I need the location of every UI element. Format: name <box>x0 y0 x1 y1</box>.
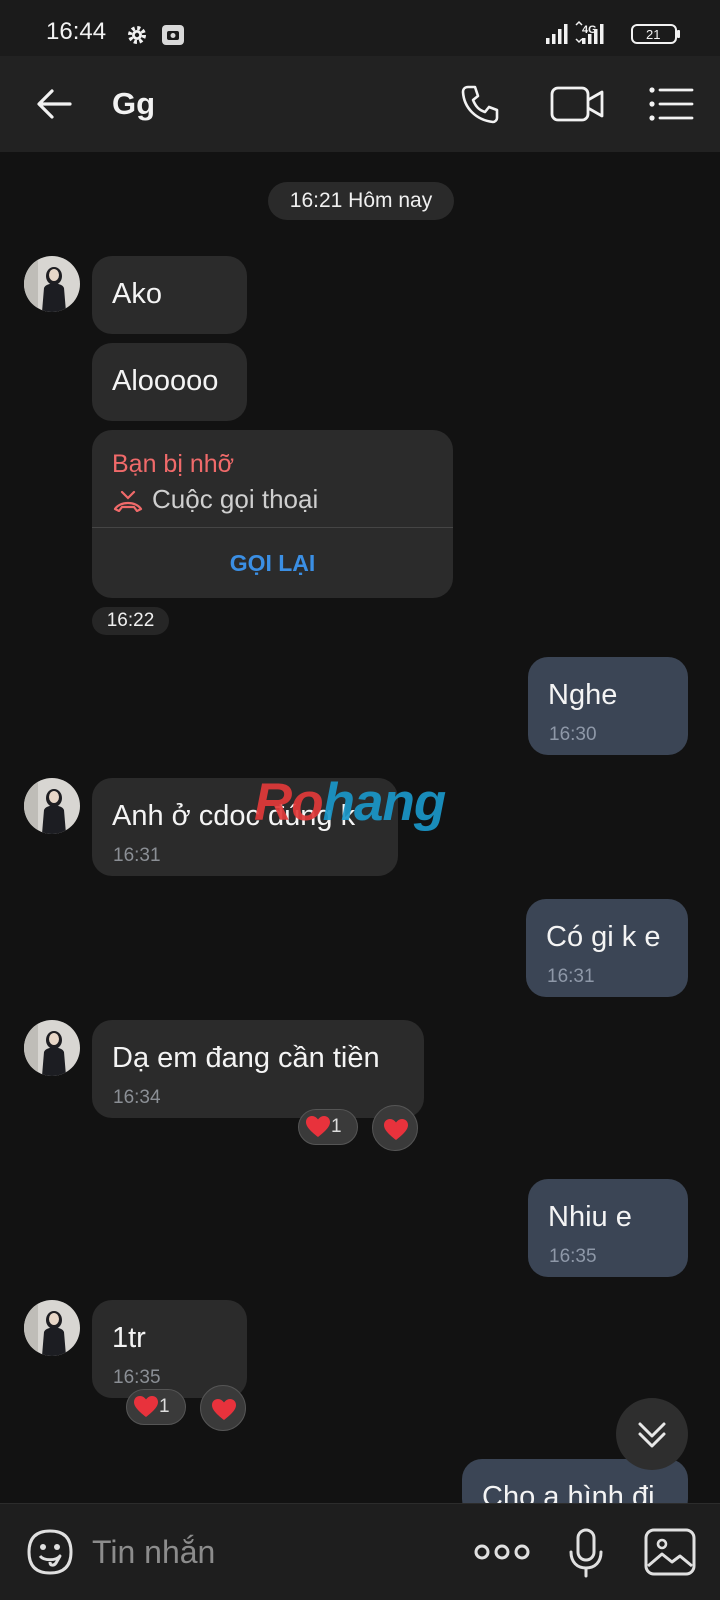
message-bubble-incoming[interactable]: Alooooo <box>92 343 247 421</box>
signal-battery-group: 4G 21 <box>546 20 680 44</box>
message-text: Dạ em đang cần tiền <box>112 1042 380 1074</box>
avatar[interactable] <box>24 1300 80 1356</box>
avatar[interactable] <box>24 778 80 834</box>
message-text: Ako <box>112 278 162 310</box>
back-arrow-icon[interactable] <box>32 82 76 126</box>
missed-call-icon <box>113 490 143 512</box>
message-input[interactable] <box>92 1528 422 1576</box>
heart-icon <box>212 1399 236 1420</box>
message-bubble-outgoing[interactable]: Có gi k e 16:31 <box>526 899 688 997</box>
more-dots-icon[interactable] <box>474 1536 530 1568</box>
message-text: Alooooo <box>112 365 219 397</box>
reaction-count-pill[interactable]: 1 <box>126 1389 186 1425</box>
date-separator: 16:21 Hôm nay <box>268 182 454 220</box>
double-chevron-down-icon <box>638 1422 666 1448</box>
message-bubble-incoming[interactable]: 1tr 16:35 <box>92 1300 247 1398</box>
missed-call-card: Bạn bị nhỡ Cuộc gọi thoại GỌI LẠI <box>92 430 453 598</box>
microphone-icon[interactable] <box>566 1528 606 1578</box>
message-time: 16:34 <box>113 1087 161 1108</box>
video-camera-icon[interactable] <box>550 84 606 124</box>
message-text: Có gi k e <box>546 921 661 953</box>
reaction-count: 1 <box>159 1396 170 1417</box>
heart-icon <box>134 1395 158 1417</box>
missed-call-type: Cuộc gọi thoại <box>152 484 319 514</box>
missed-call-title: Bạn bị nhỡ <box>112 450 235 478</box>
list-menu-icon[interactable] <box>648 84 694 124</box>
message-timestamp: 16:22 <box>92 607 169 635</box>
battery-icon: 21 <box>631 24 680 44</box>
status-time: 16:44 <box>46 18 107 45</box>
add-reaction-button[interactable] <box>200 1385 246 1431</box>
message-time: 16:31 <box>113 845 161 866</box>
scroll-to-bottom-button[interactable] <box>616 1398 688 1470</box>
chat-header: Gg <box>0 56 720 152</box>
status-bar: 16:44 4G 21 <box>0 0 720 56</box>
message-time: 16:35 <box>113 1367 161 1388</box>
message-text: Nhiu e <box>548 1201 632 1233</box>
reaction-count-pill[interactable]: 1 <box>298 1109 358 1145</box>
screenshot-icon <box>162 25 184 45</box>
watermark-logo: Rohang <box>254 773 446 832</box>
call-back-button[interactable]: GỌI LẠI <box>92 528 453 598</box>
message-bubble-outgoing[interactable]: Nhiu e 16:35 <box>528 1179 688 1277</box>
signal-4g-icon: 4G <box>575 20 604 44</box>
avatar[interactable] <box>24 256 80 312</box>
message-bubble-incoming[interactable]: Ako <box>92 256 247 334</box>
heart-icon <box>306 1115 330 1137</box>
signal-icon <box>546 24 568 44</box>
message-time: 16:30 <box>549 724 597 745</box>
phone-icon[interactable] <box>458 82 502 126</box>
message-bubble-incoming[interactable]: Dạ em đang cần tiền 16:34 <box>92 1020 424 1118</box>
chat-title[interactable]: Gg <box>112 86 155 122</box>
message-composer <box>0 1503 720 1600</box>
image-gallery-icon[interactable] <box>644 1528 696 1576</box>
add-reaction-button[interactable] <box>372 1105 418 1151</box>
message-time: 16:31 <box>547 966 595 987</box>
message-text: 1tr <box>112 1322 146 1354</box>
message-text: Nghe <box>548 679 618 711</box>
gear-icon <box>128 26 146 44</box>
avatar[interactable] <box>24 1020 80 1076</box>
reaction-count: 1 <box>331 1116 342 1137</box>
message-bubble-outgoing[interactable]: Nghe 16:30 <box>528 657 688 755</box>
heart-icon <box>384 1119 408 1140</box>
emoji-icon[interactable] <box>26 1528 74 1576</box>
battery-level: 21 <box>646 27 660 42</box>
message-time: 16:35 <box>549 1246 597 1267</box>
